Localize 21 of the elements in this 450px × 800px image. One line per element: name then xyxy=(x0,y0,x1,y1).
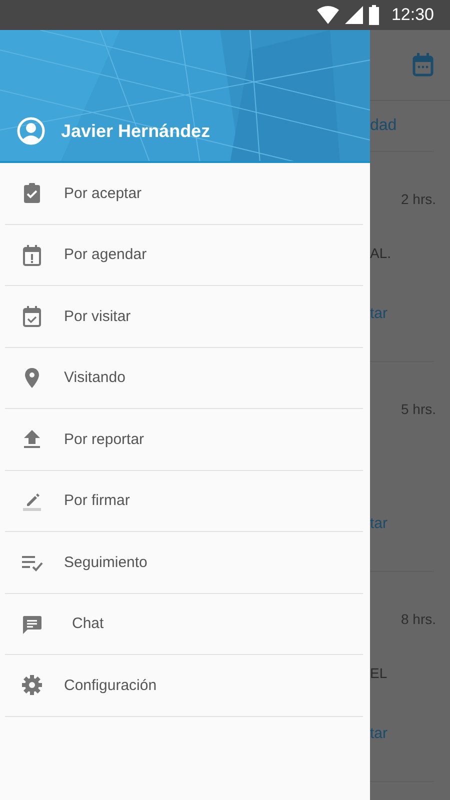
user-name: Javier Hernández xyxy=(61,120,210,142)
calendar-check-icon xyxy=(21,305,43,328)
time-label: 5 hrs. xyxy=(400,401,436,417)
card-text: AL. xyxy=(370,245,392,261)
time-label: 2 hrs. xyxy=(400,191,436,207)
clock: 12:30 xyxy=(391,5,434,25)
user-icon xyxy=(17,117,45,145)
menu-item[interactable]: Visitando xyxy=(5,348,363,409)
upload-icon xyxy=(21,428,43,450)
settings-icon xyxy=(21,674,43,696)
wifi-icon xyxy=(317,6,340,24)
menu-item[interactable]: Por agendar xyxy=(5,224,363,286)
battery-icon xyxy=(369,5,380,25)
calendar-alert-icon xyxy=(21,244,43,266)
clipboard-check-icon xyxy=(21,182,43,204)
card-text: EL xyxy=(370,665,388,681)
time-label: 8 hrs. xyxy=(400,611,436,627)
calendar-icon xyxy=(412,53,434,77)
menu-item[interactable]: Por firmar xyxy=(5,470,363,532)
signal-icon xyxy=(345,6,364,24)
menu-item[interactable]: Chat xyxy=(5,594,363,655)
